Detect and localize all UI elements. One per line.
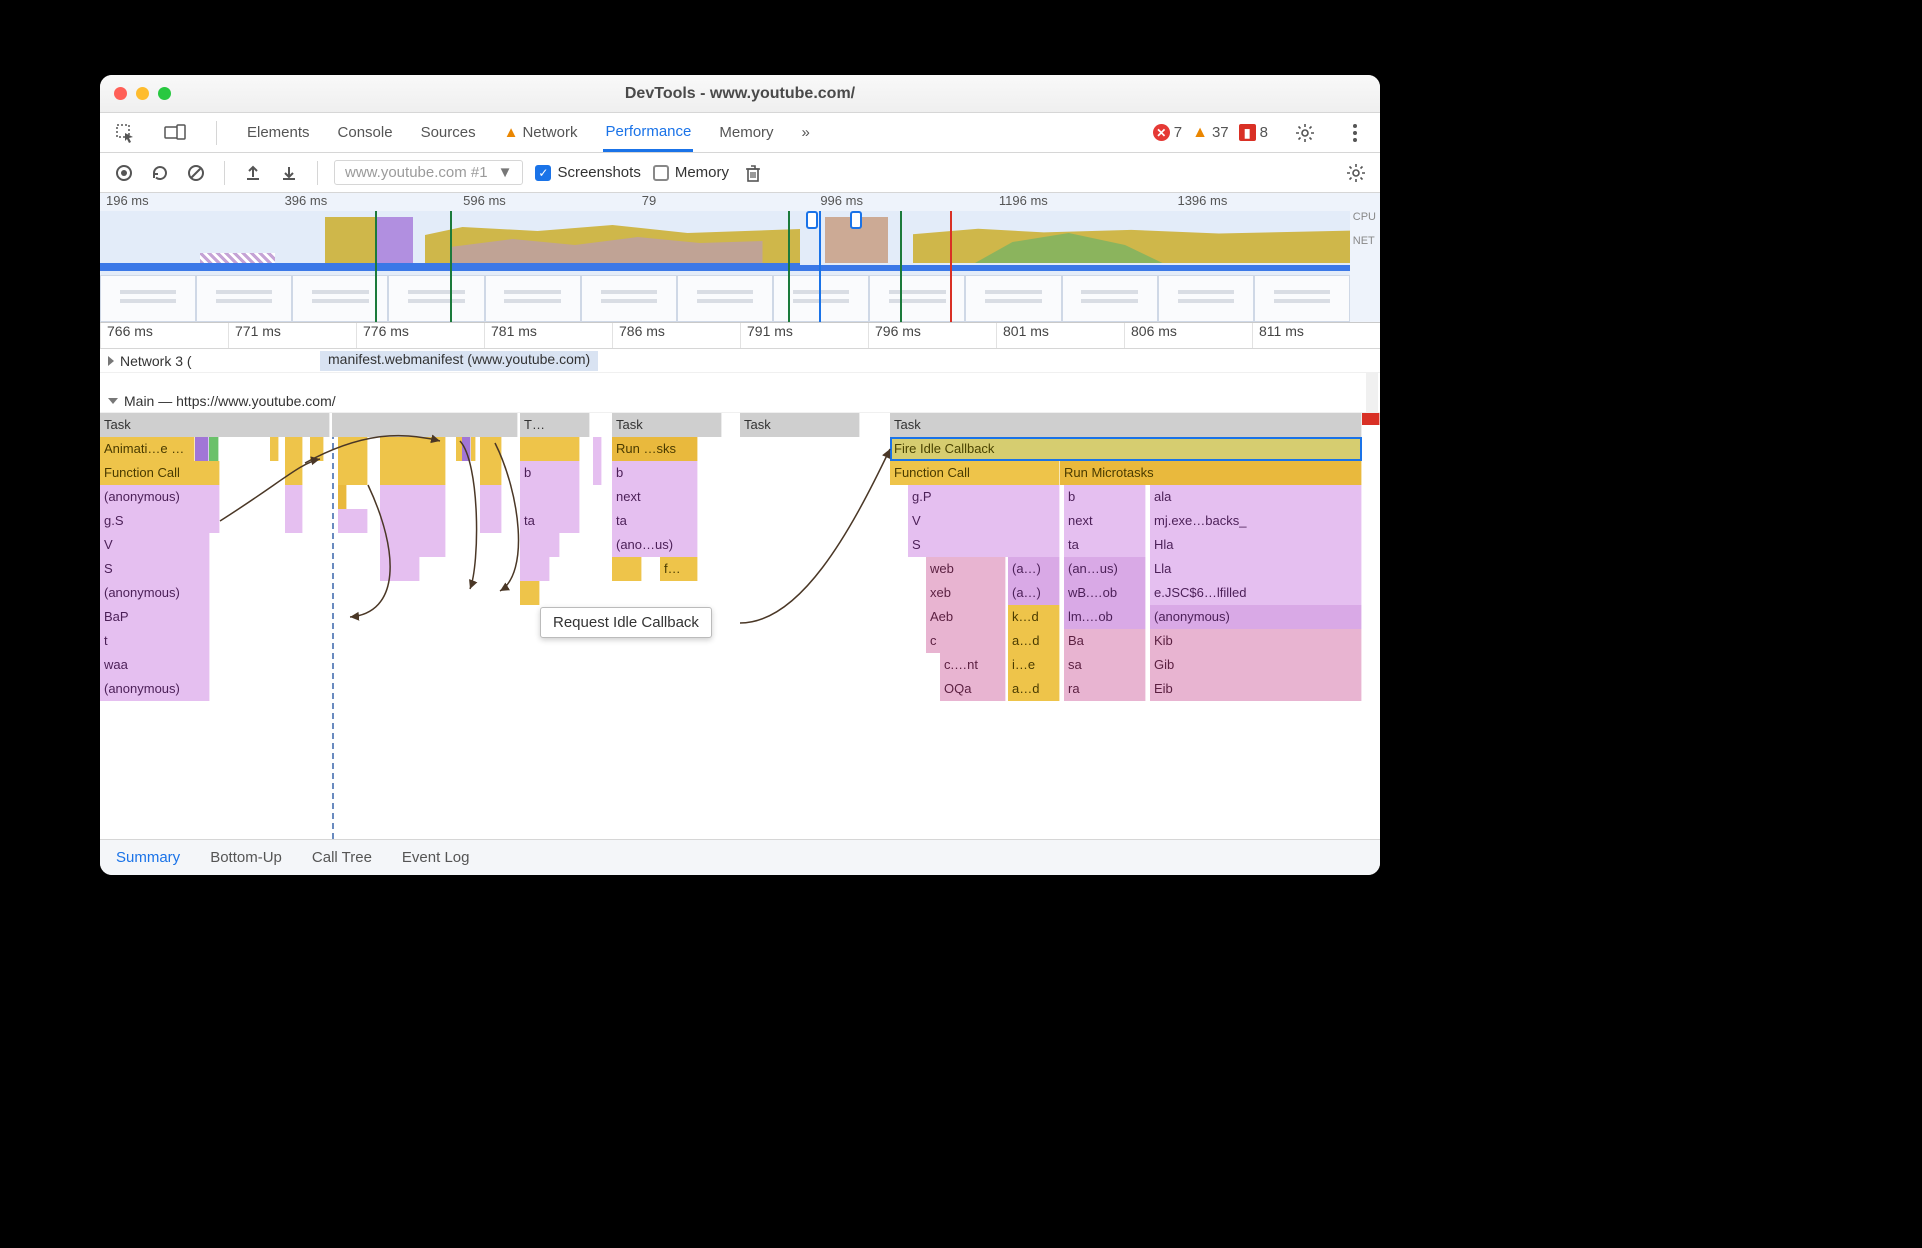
expand-icon [108,356,114,366]
flame-task[interactable]: Task [100,413,330,437]
overview-ticks: 196 ms396 ms596 ms79996 ms1196 ms1396 ms [100,193,1350,211]
devtools-tabs: Elements Console Sources ▲Network Perfor… [100,113,1380,153]
details-tab-calltree[interactable]: Call Tree [312,849,372,866]
checkbox-checked-icon: ✓ [535,165,551,181]
issues-count[interactable]: ▮8 [1239,124,1268,141]
tab-memory[interactable]: Memory [717,113,775,152]
overview-lane-labels: CPUNET [1353,211,1376,247]
flame-chart[interactable]: Task Animati…e Fired Function Call (anon… [100,413,1380,839]
details-tabs: Summary Bottom-Up Call Tree Event Log [100,839,1380,875]
flame-event[interactable]: Animati…e Fired [100,437,195,461]
detail-ruler: 766 ms771 ms776 ms781 ms786 ms791 ms796 … [100,323,1380,349]
timeline-overview[interactable]: 196 ms396 ms596 ms79996 ms1196 ms1396 ms… [100,193,1380,323]
tab-elements[interactable]: Elements [245,113,312,152]
warning-icon: ▲ [1192,124,1208,142]
close-window-button[interactable] [114,87,127,100]
details-tab-bottomup[interactable]: Bottom-Up [210,849,282,866]
window-controls [114,87,171,100]
reload-record-button[interactable] [148,161,172,185]
error-count[interactable]: ✕7 [1153,124,1182,141]
checkbox-empty-icon [653,165,669,181]
capture-settings-icon[interactable] [1344,161,1368,185]
tab-sources[interactable]: Sources [419,113,478,152]
flame-tooltip: Request Idle Callback [540,607,712,638]
tab-performance[interactable]: Performance [603,113,693,152]
range-handle-right[interactable] [850,211,862,229]
screenshot-thumbnails [100,275,1350,322]
chevron-down-icon: ▼ [498,164,513,181]
titlebar: DevTools - www.youtube.com/ [100,75,1380,113]
details-tab-eventlog[interactable]: Event Log [402,849,470,866]
performance-toolbar: www.youtube.com #1 ▼ ✓ Screenshots Memor… [100,153,1380,193]
status-counters: ✕7 ▲37 ▮8 [1153,124,1268,142]
collect-garbage-button[interactable] [741,161,765,185]
settings-icon[interactable] [1292,120,1318,146]
download-profile-button[interactable] [277,161,301,185]
flame-selected[interactable]: Fire Idle Callback [890,437,1362,461]
window-title: DevTools - www.youtube.com/ [100,85,1380,103]
memory-checkbox[interactable]: Memory [653,164,729,181]
minimize-window-button[interactable] [136,87,149,100]
tab-console[interactable]: Console [336,113,395,152]
collapse-icon [108,398,118,404]
record-button[interactable] [112,161,136,185]
tab-network[interactable]: ▲Network [502,113,580,152]
zoom-window-button[interactable] [158,87,171,100]
devtools-window: DevTools - www.youtube.com/ Elements Con… [100,75,1380,875]
warning-icon: ▲ [504,124,519,141]
screenshots-checkbox[interactable]: ✓ Screenshots [535,164,640,181]
inspect-element-icon[interactable] [112,120,138,146]
details-tab-summary[interactable]: Summary [116,849,180,866]
tabs-overflow[interactable]: » [800,113,812,152]
net-lane [100,263,1350,273]
more-icon[interactable] [1342,120,1368,146]
cpu-lane [100,211,1350,263]
main-track-header[interactable]: Main — https://www.youtube.com/ [100,389,1380,413]
range-handle-left[interactable] [806,211,818,229]
recording-selector[interactable]: www.youtube.com #1 ▼ [334,160,523,185]
device-toggle-icon[interactable] [162,120,188,146]
tracks-area: Network 3 ( manifest.webmanifest (www.yo… [100,349,1380,413]
network-track-header[interactable]: Network 3 ( manifest.webmanifest (www.yo… [100,349,1380,373]
network-entry[interactable]: manifest.webmanifest (www.youtube.com) [320,351,598,371]
upload-profile-button[interactable] [241,161,265,185]
recording-label: www.youtube.com #1 [345,164,488,181]
clear-button[interactable] [184,161,208,185]
warning-count[interactable]: ▲37 [1192,124,1229,142]
